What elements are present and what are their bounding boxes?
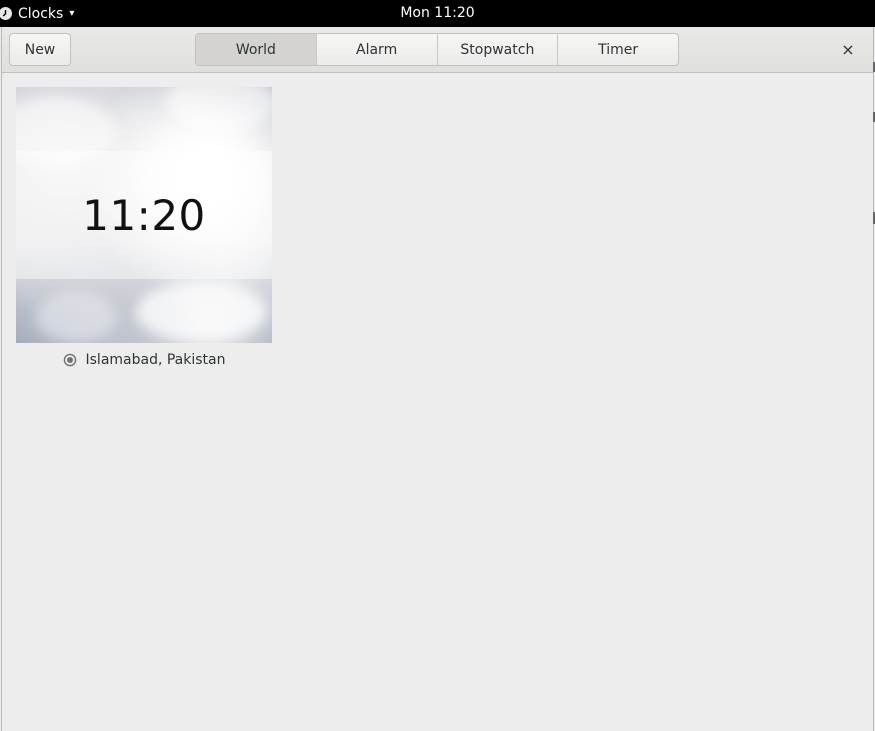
- tab-stopwatch[interactable]: Stopwatch: [436, 34, 558, 65]
- tab-timer[interactable]: Timer: [557, 34, 678, 65]
- world-clock-tile[interactable]: 11:20: [16, 87, 272, 343]
- tab-alarm[interactable]: Alarm: [315, 34, 437, 65]
- cloud-shape: [36, 292, 116, 342]
- new-button[interactable]: New: [9, 33, 71, 66]
- topbar-datetime[interactable]: Mon 11:20: [0, 0, 875, 27]
- world-clocks-grid: 11:20 Islamabad, Pakistan: [2, 73, 873, 731]
- world-clock-caption: Islamabad, Pakistan: [16, 352, 272, 368]
- top-bar: Clocks ▾ Mon 11:20: [0, 0, 875, 27]
- world-clock-time: 11:20: [82, 190, 206, 240]
- close-button[interactable]: ×: [837, 37, 859, 61]
- header-bar: New World Alarm Stopwatch Timer ×: [2, 27, 873, 73]
- clocks-window: New World Alarm Stopwatch Timer × 11:20: [1, 27, 874, 731]
- close-icon: ×: [841, 39, 855, 59]
- cloud-shape: [166, 87, 272, 132]
- world-clock-location: Islamabad, Pakistan: [85, 352, 226, 368]
- cloud-shape: [136, 282, 266, 342]
- tab-world[interactable]: World: [196, 34, 316, 65]
- location-icon: [63, 353, 77, 367]
- view-switcher: World Alarm Stopwatch Timer: [195, 33, 679, 66]
